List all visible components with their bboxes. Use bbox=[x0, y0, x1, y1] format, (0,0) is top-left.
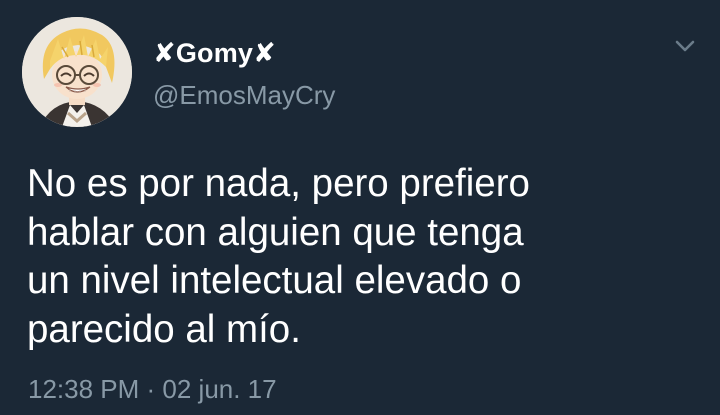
tweet-text-line: No es por nada, pero prefiero bbox=[27, 162, 530, 205]
avatar[interactable] bbox=[22, 17, 132, 127]
tweet-card: ✘Gomy✘ @EmosMayCry No es por nada, pero … bbox=[0, 0, 720, 415]
tweet-text: No es por nada, pero prefiero hablar con… bbox=[27, 160, 687, 354]
tweet-text-line: hablar con alguien que tenga bbox=[27, 210, 524, 254]
user-handle[interactable]: @EmosMayCry bbox=[153, 80, 335, 111]
anime-avatar-icon bbox=[22, 17, 132, 127]
chevron-down-icon[interactable] bbox=[672, 36, 698, 56]
tweet-text-line: un nivel intelectual elevado o bbox=[27, 259, 522, 302]
display-name[interactable]: ✘Gomy✘ bbox=[153, 38, 276, 69]
tweet-timestamp[interactable]: 12:38 PM · 02 jun. 17 bbox=[28, 374, 277, 405]
tweet-text-line: parecido al mío. bbox=[27, 307, 301, 351]
